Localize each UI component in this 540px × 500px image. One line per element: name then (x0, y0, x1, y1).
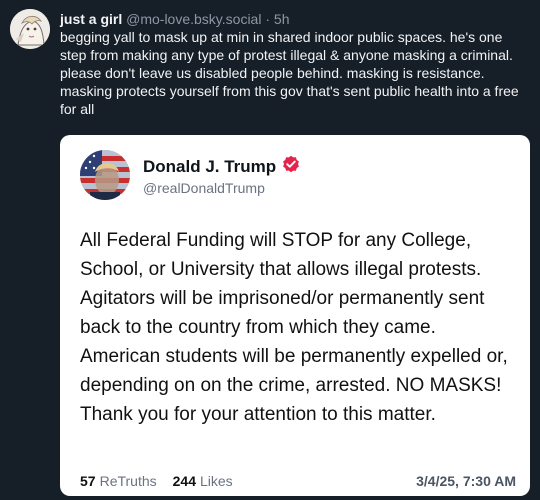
post-text: begging yall to mask up at min in shared… (60, 29, 519, 117)
post: just a girl @mo-love.bsky.social · 5h be… (0, 0, 540, 500)
anime-girl-avatar-icon (10, 9, 50, 49)
quoted-post-image[interactable]: Donald J. Trump @realDonaldTrump All Fed… (60, 135, 530, 496)
separator-dot: · (265, 11, 271, 27)
retruths-count: 57 (80, 473, 96, 489)
retruths-label: ReTruths (99, 473, 157, 489)
post-header: just a girl @mo-love.bsky.social · 5h (60, 10, 289, 28)
user-handle[interactable]: @mo-love.bsky.social (126, 11, 261, 27)
quoted-body-text: All Federal Funding will STOP for any Co… (80, 230, 508, 425)
user-avatar[interactable] (10, 9, 50, 49)
likes-count: 244 (172, 473, 196, 489)
retruths-stat: 57 ReTruths (80, 473, 157, 489)
quoted-handle: @realDonaldTrump (143, 180, 265, 196)
flag-portrait-avatar-icon (80, 150, 130, 200)
display-name[interactable]: just a girl (60, 11, 122, 27)
quoted-footer: 57 ReTruths 244 Likes 3/4/25, 7:30 AM (80, 473, 516, 489)
quoted-display-name: Donald J. Trump (143, 156, 277, 176)
post-time[interactable]: 5h (274, 11, 290, 27)
quoted-name-row: Donald J. Trump (143, 155, 300, 178)
quoted-avatar (80, 150, 130, 200)
likes-label: Likes (200, 473, 233, 489)
quoted-date: 3/4/25, 7:30 AM (416, 473, 516, 489)
verified-badge-icon (282, 155, 300, 178)
likes-stat: 244 Likes (173, 473, 233, 489)
